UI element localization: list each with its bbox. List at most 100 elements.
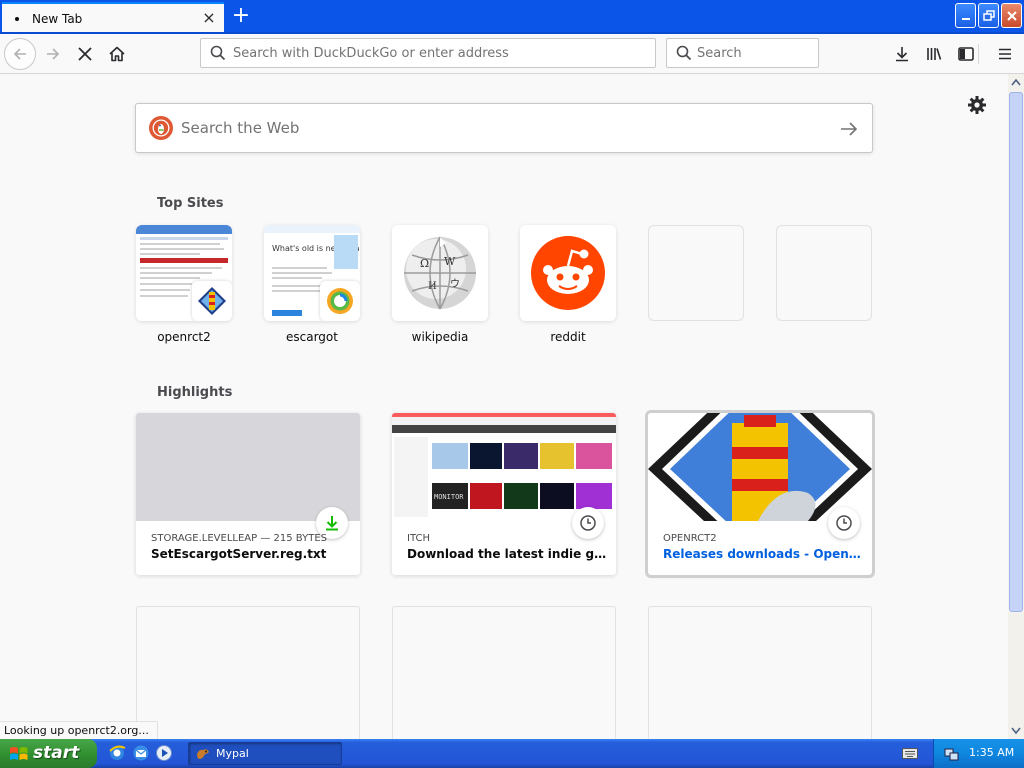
clock-badge bbox=[828, 507, 860, 539]
mypal-app-icon bbox=[197, 749, 209, 759]
svg-text:W: W bbox=[444, 255, 456, 268]
taskbar-button-mypal[interactable]: Mypal bbox=[188, 742, 342, 765]
search-icon bbox=[676, 45, 692, 61]
top-sites-heading: Top Sites bbox=[157, 196, 224, 211]
highlight-thumbnail bbox=[648, 413, 872, 521]
clock-badge bbox=[572, 507, 604, 539]
home-button[interactable] bbox=[101, 38, 133, 70]
window-minimize-button[interactable] bbox=[955, 3, 976, 28]
highlight-title: Download the latest indie games... bbox=[407, 547, 607, 561]
gear-icon bbox=[968, 96, 986, 114]
vertical-scrollbar[interactable] bbox=[1008, 74, 1024, 739]
clock-icon bbox=[836, 515, 852, 531]
menu-button[interactable] bbox=[989, 38, 1021, 70]
top-site-openrct2[interactable]: openrct2 bbox=[136, 225, 232, 346]
home-icon bbox=[109, 46, 125, 62]
download-icon bbox=[896, 47, 908, 62]
back-button[interactable] bbox=[4, 38, 36, 70]
tab-new-tab[interactable]: New Tab × bbox=[2, 2, 224, 34]
top-site-label: wikipedia bbox=[411, 330, 469, 344]
windows-taskbar: start Mypal 1:35 AM bbox=[0, 739, 1024, 768]
hamburger-menu-icon bbox=[999, 48, 1011, 60]
wikipedia-globe-icon: Ω W И ウ bbox=[392, 225, 488, 321]
svg-text:И: И bbox=[428, 281, 437, 292]
highlight-card-download[interactable]: STORAGE.LEVELLEAP — 215 BYTES SetEscargo… bbox=[136, 413, 360, 575]
top-site-label bbox=[648, 330, 744, 346]
forward-button[interactable] bbox=[37, 38, 69, 70]
customize-button[interactable] bbox=[966, 94, 988, 116]
clock-icon bbox=[580, 515, 596, 531]
top-site-label bbox=[776, 330, 872, 346]
navigation-toolbar bbox=[0, 34, 1024, 74]
chevron-up-icon bbox=[1011, 78, 1021, 86]
top-site-escargot[interactable]: What's old is new again escargot bbox=[264, 225, 360, 346]
new-tab-button[interactable]: + bbox=[228, 4, 254, 30]
highlight-title: SetEscargotServer.reg.txt bbox=[151, 547, 327, 561]
top-site-placeholder bbox=[648, 225, 744, 346]
forward-arrow-icon bbox=[47, 48, 60, 60]
escargot-icon bbox=[320, 281, 360, 321]
start-label: start bbox=[33, 743, 80, 763]
highlight-title: Releases downloads - OpenRCT2 bbox=[663, 547, 863, 561]
scroll-down-button[interactable] bbox=[1008, 723, 1024, 739]
web-search-box[interactable] bbox=[135, 103, 873, 153]
clock[interactable]: 1:35 AM bbox=[969, 746, 1014, 759]
search-bar[interactable] bbox=[666, 38, 819, 68]
scroll-up-button[interactable] bbox=[1008, 74, 1024, 90]
svg-text:ウ: ウ bbox=[450, 278, 460, 290]
start-button[interactable]: start bbox=[0, 739, 97, 768]
top-site-placeholder bbox=[776, 225, 872, 346]
back-arrow-icon bbox=[13, 48, 26, 60]
title-bar: New Tab × + bbox=[0, 0, 1024, 34]
address-input[interactable] bbox=[233, 39, 649, 67]
highlight-thumbnail bbox=[136, 413, 360, 521]
stop-x-icon bbox=[78, 47, 92, 61]
top-site-wikipedia[interactable]: Ω W И ウ wikipedia bbox=[392, 225, 488, 346]
toolbar-separator bbox=[978, 44, 979, 64]
itch-page-thumbnail: MONITOR bbox=[392, 413, 616, 521]
taskbar-button-label: Mypal bbox=[216, 747, 249, 760]
highlight-thumbnail: MONITOR bbox=[392, 413, 616, 521]
highlight-source: STORAGE.LEVELLEAP — 215 BYTES bbox=[151, 533, 327, 544]
highlight-placeholder bbox=[648, 606, 872, 739]
chevron-down-icon bbox=[1011, 727, 1021, 735]
highlight-card-openrct2[interactable]: OPENRCT2 Releases downloads - OpenRCT2 bbox=[645, 410, 875, 578]
internet-explorer-icon[interactable] bbox=[108, 744, 126, 762]
restore-icon bbox=[982, 9, 995, 21]
top-site-label: reddit bbox=[550, 330, 586, 344]
openrct2-logo-image bbox=[648, 413, 872, 521]
window-close-button[interactable] bbox=[1001, 3, 1022, 28]
keyboard-icon[interactable] bbox=[902, 746, 918, 760]
outlook-express-icon[interactable] bbox=[132, 744, 150, 762]
download-icon bbox=[326, 516, 338, 531]
search-input[interactable] bbox=[697, 39, 815, 67]
top-site-label: openrct2 bbox=[157, 330, 211, 344]
stop-button[interactable] bbox=[69, 38, 101, 70]
new-tab-page: Top Sites bbox=[0, 75, 1008, 739]
svg-text:Ω: Ω bbox=[420, 257, 429, 270]
downloads-button[interactable] bbox=[886, 38, 918, 70]
duckduckgo-icon bbox=[149, 116, 173, 140]
reddit-alien-icon bbox=[520, 225, 616, 321]
system-tray: 1:35 AM bbox=[933, 739, 1024, 768]
tab-close-icon[interactable]: × bbox=[200, 9, 218, 27]
window-restore-button[interactable] bbox=[978, 3, 999, 28]
sidebar-icon bbox=[958, 47, 974, 61]
top-site-label: escargot bbox=[286, 330, 338, 344]
media-player-icon[interactable] bbox=[155, 744, 173, 762]
highlight-card-itch[interactable]: MONITOR ITCH Download the latest indie g… bbox=[392, 413, 616, 575]
top-site-empty-slot bbox=[776, 225, 872, 321]
status-panel: Looking up openrct2.org... bbox=[0, 721, 158, 739]
highlights-heading: Highlights bbox=[157, 385, 233, 400]
top-site-reddit[interactable]: reddit bbox=[520, 225, 616, 346]
top-site-thumbnail: Ω W И ウ bbox=[392, 225, 488, 321]
close-icon bbox=[1006, 10, 1017, 21]
arrow-right-icon[interactable] bbox=[838, 118, 860, 140]
address-bar[interactable] bbox=[200, 38, 656, 68]
library-button[interactable] bbox=[918, 38, 950, 70]
scroll-thumb[interactable] bbox=[1009, 92, 1023, 612]
web-search-input[interactable] bbox=[181, 116, 821, 140]
tab-loading-indicator bbox=[15, 17, 19, 21]
library-icon bbox=[927, 48, 942, 60]
network-icon[interactable] bbox=[944, 746, 960, 762]
